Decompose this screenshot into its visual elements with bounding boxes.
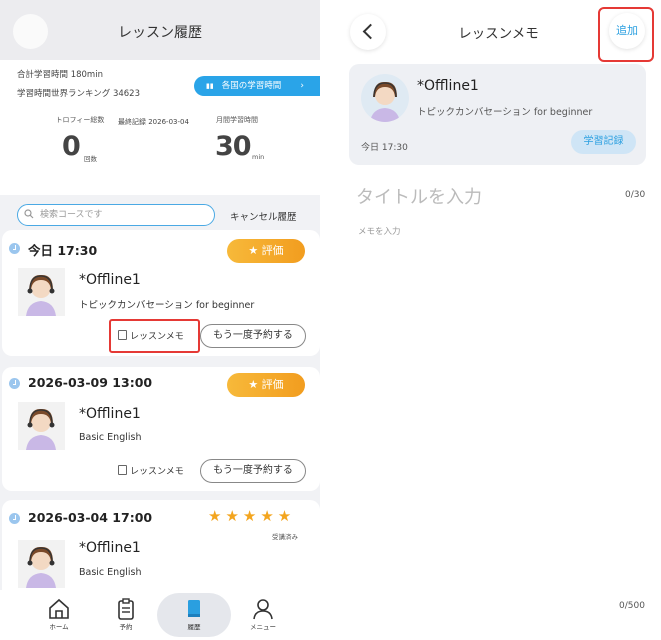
lesson-memo-button[interactable]: レッスンメモ: [118, 464, 184, 477]
teacher-avatar: [18, 540, 65, 588]
rebook-button[interactable]: もう一度予約する: [200, 324, 306, 348]
bar-chart-icon: ▮▮: [206, 82, 214, 90]
course-name: Basic English: [79, 432, 142, 443]
person-icon: [253, 599, 273, 620]
tab-label: 予約: [119, 623, 133, 631]
check-icon: [9, 378, 20, 389]
home-icon: [49, 598, 69, 619]
search-icon: [24, 209, 34, 219]
countries-study-time-label: 各国の学習時間: [221, 81, 282, 91]
teacher-avatar: [361, 74, 409, 122]
clipboard-icon: [118, 598, 134, 620]
rate-label: 評価: [261, 244, 284, 257]
last-record: 最終記録 2026-03-04: [118, 118, 189, 126]
taken-label: 受講済み: [272, 533, 298, 541]
search-input[interactable]: 検索コースです: [17, 204, 215, 226]
memo-label: レッスンメモ: [130, 467, 184, 477]
monthly-label: 月間学習時間: [216, 116, 258, 124]
lesson-card[interactable]: 2026-03-09 13:00 ★ 評価 *Offline1 Basic En…: [2, 367, 320, 491]
teacher-avatar: [18, 268, 65, 316]
page-title: レッスン履歴: [118, 25, 202, 41]
course-name: Basic English: [79, 567, 142, 578]
teacher-name: *Offline1: [79, 540, 141, 556]
countries-study-time-button[interactable]: ▮▮ 各国の学習時間 ›: [194, 76, 320, 96]
stats-panel: 合計学習時間 180min 学習時間世界ランキング 34623 ▮▮ 各国の学習時…: [0, 60, 320, 195]
lesson-time: 今日 17:30: [361, 143, 408, 153]
lesson-card[interactable]: 2026-03-04 17:00 ★★★★★ 受講済み *Offline1 Ba…: [2, 500, 320, 600]
rebook-button[interactable]: もう一度予約する: [200, 459, 306, 483]
teacher-name: *Offline1: [79, 272, 141, 288]
tab-label: 履歴: [187, 623, 201, 631]
title-char-count: 0/30: [625, 190, 646, 200]
title-input[interactable]: タイトルを入力: [356, 183, 482, 209]
tab-home[interactable]: ホーム: [29, 590, 89, 631]
monthly-unit: min: [252, 153, 265, 161]
book-icon: [188, 600, 200, 617]
lesson-date: 2026-03-09 13:00: [28, 375, 153, 390]
search-placeholder: 検索コースです: [40, 210, 103, 220]
check-icon: [9, 243, 20, 254]
lesson-memo-screen: レッスンメモ 追加 *Offline1 トピックカンバセーション for beg…: [336, 0, 661, 640]
memo-char-count: 0/500: [619, 601, 645, 611]
tab-reservation[interactable]: 予約: [96, 590, 156, 631]
rate-button[interactable]: ★ 評価: [227, 239, 305, 263]
study-record-button[interactable]: 学習記録: [571, 130, 636, 154]
trophy-label: トロフィー総数: [55, 116, 105, 124]
highlight-box: [109, 319, 200, 353]
tab-label: ホーム: [49, 623, 69, 631]
lesson-history-screen: レッスン履歴 合計学習時間 180min 学習時間世界ランキング 34623 ▮…: [0, 0, 320, 640]
rate-button[interactable]: ★ 評価: [227, 373, 305, 397]
memo-icon: [118, 465, 127, 475]
total-study-time: 合計学習時間 180min: [17, 70, 103, 80]
course-name: トピックカンバセーション for beginner: [417, 107, 593, 118]
trophy-value: 0: [62, 131, 81, 162]
course-name: トピックカンバセーション for beginner: [79, 300, 255, 311]
cancel-history-link[interactable]: キャンセル履歴: [230, 209, 297, 223]
tab-menu[interactable]: メニュー: [233, 590, 293, 631]
monthly-value: 30: [215, 131, 252, 162]
bottom-tab-bar: ホーム 予約 履歴 メニュー: [0, 590, 320, 640]
header: レッスン履歴: [0, 0, 320, 60]
chevron-right-icon: ›: [300, 81, 304, 91]
tab-label: メニュー: [250, 623, 276, 631]
tab-history[interactable]: 履歴: [157, 593, 231, 637]
world-ranking: 学習時間世界ランキング 34623: [17, 89, 140, 99]
rating-stars: ★★★★★: [208, 507, 296, 525]
teacher-name: *Offline1: [79, 406, 141, 422]
memo-textarea[interactable]: メモを入力: [358, 225, 401, 237]
teacher-avatar: [18, 402, 65, 450]
highlight-box: [598, 7, 654, 62]
lesson-date: 2026-03-04 17:00: [28, 510, 153, 525]
check-icon: [9, 513, 20, 524]
teacher-name: *Offline1: [417, 78, 479, 94]
rate-label: 評価: [261, 378, 284, 391]
screen: レッスン履歴 合計学習時間 180min 学習時間世界ランキング 34623 ▮…: [0, 0, 661, 640]
lesson-summary-card: *Offline1 トピックカンバセーション for beginner 今日 1…: [349, 64, 646, 165]
lesson-date: 今日 17:30: [28, 243, 98, 258]
trophy-unit: 回数: [84, 155, 97, 163]
